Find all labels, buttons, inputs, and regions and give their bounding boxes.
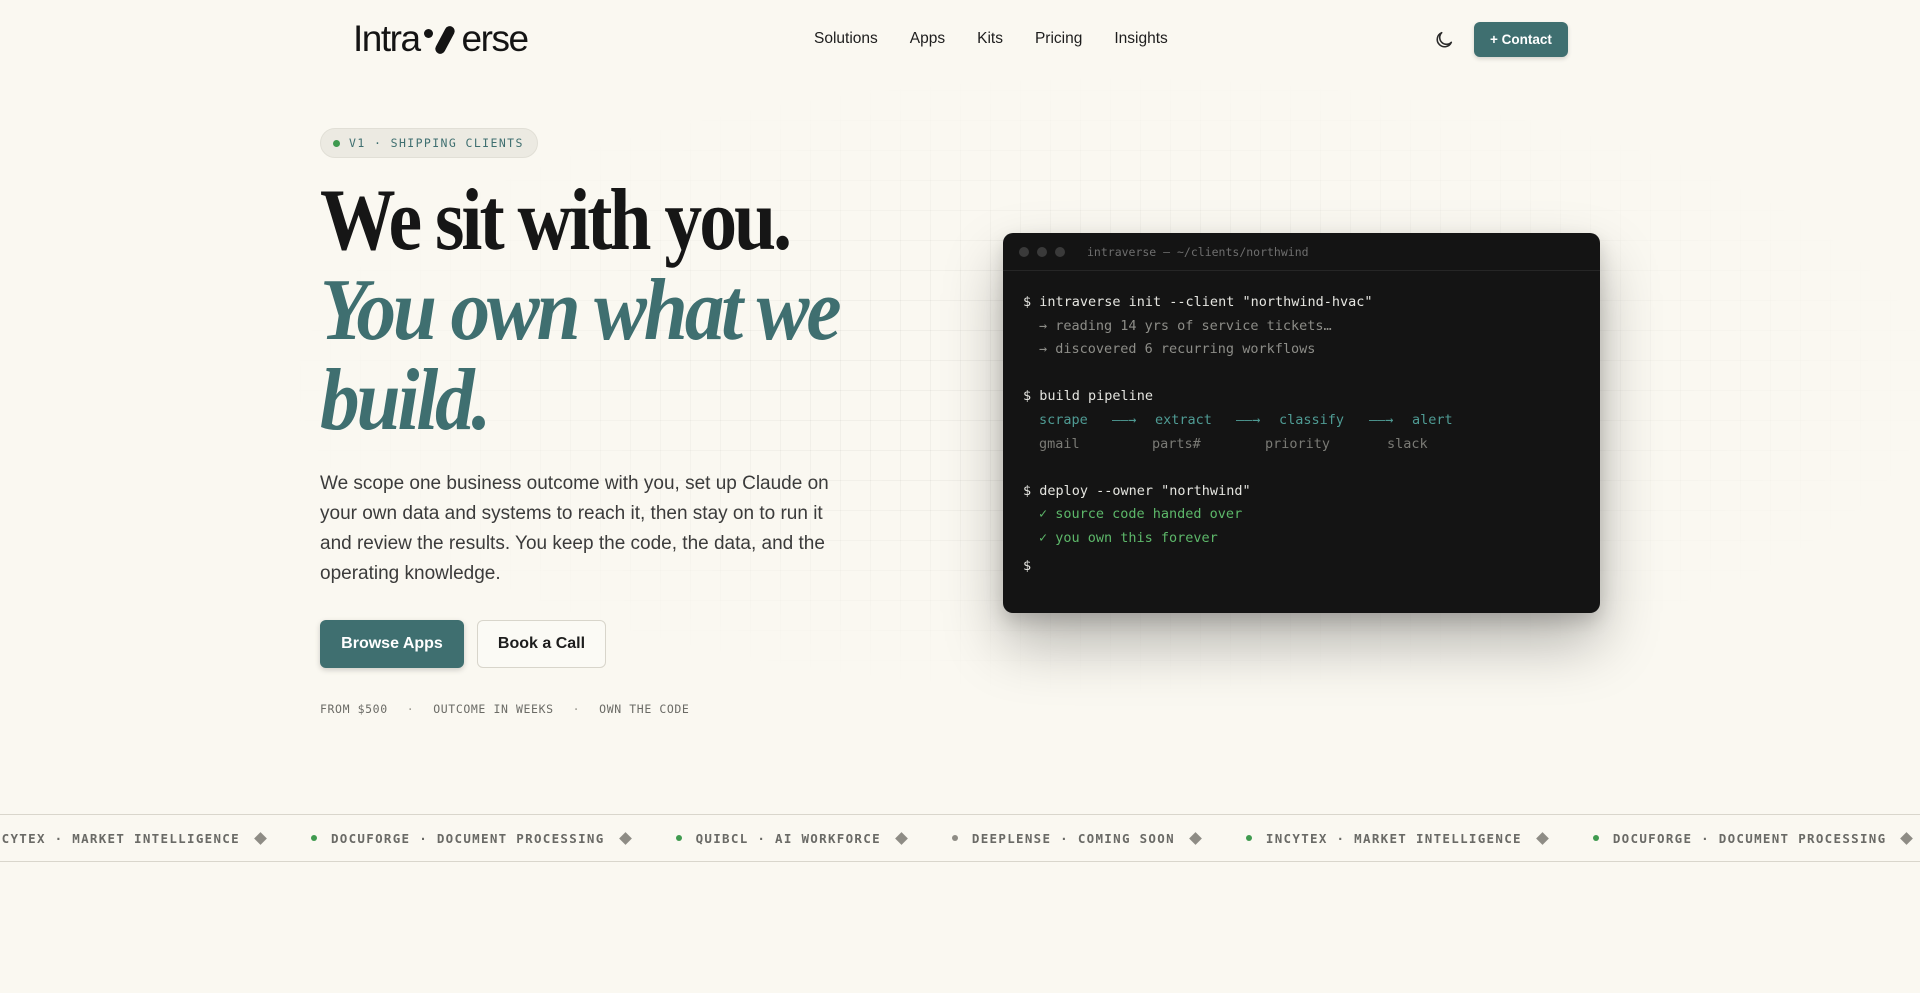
ticker-item[interactable]: DOCUFORGE · DOCUMENT PROCESSING [310, 830, 676, 846]
meta-price: FROM $500 [320, 702, 388, 716]
hero-headline: We sit with you. You own what we build. [320, 176, 880, 446]
moon-icon[interactable] [1433, 29, 1455, 51]
badge-label: V1 · SHIPPING CLIENTS [349, 136, 524, 150]
ticker-item[interactable]: DEEPLENSE · COMING SOON [951, 830, 1246, 846]
diamond-icon [895, 831, 908, 845]
pipeline-sources: gmail parts# priority slack [1023, 433, 1600, 457]
window-dot-icon [1055, 246, 1065, 257]
main-nav: Solutions Apps Kits Pricing Insights [814, 30, 1200, 48]
pipeline-stage: classify [1279, 411, 1345, 428]
status-dot-icon [310, 835, 317, 841]
diamond-icon [254, 831, 267, 845]
headline-line-2: You own what we [320, 262, 841, 359]
terminal-command: $ deploy --owner "northwind" [1023, 482, 1251, 499]
nav-solutions[interactable]: Solutions [814, 30, 878, 48]
site-header: Intra erse Solutions Apps Kits Pricing I… [0, 0, 1920, 80]
ticker-item-label: DEEPLENSE · COMING SOON [971, 830, 1175, 846]
status-dot-icon [333, 139, 340, 147]
logo-text-right: erse [461, 18, 529, 59]
logo-mark-icon [421, 19, 461, 59]
pipeline-source: parts# [1152, 435, 1201, 452]
status-dot-icon [1592, 835, 1599, 841]
headline-line-1: We sit with you. [320, 172, 792, 269]
terminal-success: ✓ you own this forever [1039, 529, 1218, 546]
logo[interactable]: Intra erse [353, 18, 529, 59]
ticker-item[interactable]: INCYTEX · MARKET INTELLIGENCE [1245, 830, 1593, 846]
status-badge: V1 · SHIPPING CLIENTS [320, 128, 538, 158]
status-dot-icon [951, 835, 958, 841]
ticker-item[interactable]: DOCUFORGE · DOCUMENT PROCESSING [1592, 830, 1920, 846]
nav-apps[interactable]: Apps [910, 30, 945, 48]
pipeline-arrow: ——→ [1112, 411, 1137, 428]
pipeline-source: slack [1387, 435, 1428, 452]
nav-insights[interactable]: Insights [1114, 30, 1167, 48]
meta-ownership: OWN THE CODE [599, 702, 690, 716]
diamond-icon [618, 831, 632, 845]
browse-apps-button[interactable]: Browse Apps [320, 620, 464, 668]
terminal-titlebar: intraverse — ~/clients/northwind [1003, 233, 1600, 271]
pipeline-source: priority [1265, 435, 1331, 452]
ticker-item-label: INCYTEX · MARKET INTELLIGENCE [1265, 830, 1522, 846]
nav-kits[interactable]: Kits [977, 30, 1003, 48]
meta-separator: · [406, 702, 415, 716]
terminal-success: ✓ source code handed over [1039, 506, 1243, 523]
diamond-icon [1189, 831, 1202, 845]
ticker-item-label: DOCUFORGE · DOCUMENT PROCESSING [330, 830, 605, 846]
ticker-item-label: INCYTEX · MARKET INTELLIGENCE [0, 830, 240, 846]
ticker-item[interactable]: QUIBCL · AI WORKFORCE [675, 830, 952, 846]
terminal-output: → reading 14 yrs of service tickets… [1039, 317, 1332, 334]
diamond-icon [1535, 831, 1549, 845]
terminal-prompt: $ [1023, 557, 1032, 574]
headline-line-3: build. [320, 352, 491, 449]
product-ticker: INCYTEX · MARKET INTELLIGENCE DOCUFORGE … [0, 814, 1920, 862]
window-dot-icon [1037, 246, 1047, 257]
terminal-command: $ build pipeline [1023, 388, 1154, 405]
ticker-item-label: DOCUFORGE · DOCUMENT PROCESSING [1612, 830, 1887, 846]
terminal-title: intraverse — ~/clients/northwind [1087, 244, 1309, 259]
hero-description: We scope one business outcome with you, … [320, 473, 829, 584]
ticker-track: INCYTEX · MARKET INTELLIGENCE DOCUFORGE … [0, 815, 1920, 861]
pipeline-arrow: ——→ [1369, 411, 1394, 428]
background-grid [0, 60, 1920, 780]
pipeline-stage: alert [1412, 411, 1453, 428]
terminal-body: $ intraverse init --client "northwind-hv… [1003, 271, 1600, 578]
status-dot-icon [1245, 835, 1252, 841]
contact-button[interactable]: + Contact [1474, 22, 1568, 57]
pipeline-stage: scrape [1039, 411, 1088, 428]
pipeline-source: gmail [1039, 435, 1080, 452]
book-call-button[interactable]: Book a Call [477, 620, 606, 668]
meta-separator: · [572, 702, 581, 716]
logo-text-left: Intra [353, 18, 421, 59]
diamond-icon [1900, 831, 1914, 845]
hero-meta: FROM $500 · OUTCOME IN WEEKS · OWN THE C… [320, 702, 689, 716]
ticker-item[interactable]: INCYTEX · MARKET INTELLIGENCE [0, 831, 311, 846]
pipeline-stage: extract [1155, 411, 1212, 428]
terminal-output: → discovered 6 recurring workflows [1039, 341, 1316, 358]
status-dot-icon [675, 835, 682, 841]
terminal-window: intraverse — ~/clients/northwind $ intra… [1003, 233, 1600, 613]
pipeline-stages: scrape ——→ extract ——→ classify ——→ aler… [1023, 409, 1600, 433]
ticker-item-label: QUIBCL · AI WORKFORCE [695, 830, 881, 846]
meta-timeline: OUTCOME IN WEEKS [433, 702, 554, 716]
pipeline-arrow: ——→ [1236, 411, 1261, 428]
nav-pricing[interactable]: Pricing [1035, 30, 1082, 48]
window-dot-icon [1019, 246, 1029, 257]
terminal-command: $ intraverse init --client "northwind-hv… [1023, 294, 1373, 310]
